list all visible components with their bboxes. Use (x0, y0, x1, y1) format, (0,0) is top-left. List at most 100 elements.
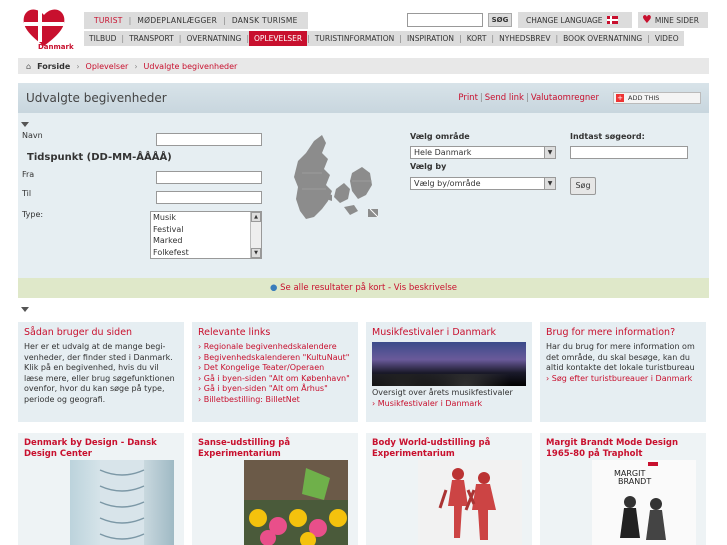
soegeord-input[interactable] (570, 146, 688, 159)
breadcrumb-home[interactable]: Forside (37, 62, 70, 71)
relevant-link[interactable]: Billetbestilling: BilletNet (198, 395, 352, 406)
event-image[interactable] (418, 460, 522, 545)
relevant-link[interactable]: Regionale begivenhedskalendere (198, 342, 352, 353)
collapse-arrow-icon[interactable] (21, 122, 29, 127)
breadcrumb-current: Udvalgte begivenheder (143, 61, 238, 71)
info-how-to-use: Sådan bruger du siden Her er et udvalg a… (18, 322, 184, 422)
scroll-up-icon[interactable]: ▲ (251, 212, 261, 222)
event-image[interactable] (244, 460, 348, 545)
info-relevant-links: Relevante links Regionale begivenhedskal… (192, 322, 358, 422)
event-image[interactable]: MARGIT BRANDT (592, 460, 696, 545)
breadcrumb: ⌂ Forside › Oplevelser › Udvalgte begive… (18, 58, 709, 74)
site-search-input[interactable] (407, 13, 483, 27)
search-submit-button[interactable]: Søg (570, 177, 596, 195)
topnav-dansk-turisme[interactable]: DANSK TURISME (226, 16, 304, 25)
addthis-button[interactable]: ADD THIS (613, 92, 701, 104)
collapse-arrow-icon[interactable] (21, 307, 29, 312)
nav-oplevelser[interactable]: OPLEVELSER (249, 31, 308, 46)
relevant-link[interactable]: Begivenhedskalenderen "KultuNaut" (198, 353, 352, 364)
navn-input[interactable] (156, 133, 262, 146)
mine-sider-button[interactable]: ♥ MINE SIDER (638, 12, 708, 28)
info-music-festivals: Musikfestivaler i Danmark Oversigt over … (366, 322, 532, 422)
type-listbox[interactable]: Musik Festival Marked Folkefest ▲ ▼ (150, 211, 262, 259)
by-label: Vælg by (410, 162, 447, 171)
tidspunkt-label: Tidspunkt (DD-MM-ÅÅÅÅ) (27, 152, 172, 163)
currency-converter-link[interactable]: Valutaomregner (531, 93, 599, 103)
info-heading: Brug for mere information? (546, 327, 676, 338)
omraade-select[interactable]: Hele Danmark ▼ (410, 146, 556, 159)
heart-icon: ♥ (642, 13, 652, 26)
info-text: Har du brug for mere information om det … (546, 342, 695, 372)
poster-word: BRANDT (618, 477, 651, 486)
event-card[interactable]: Denmark by Design - Dansk Design Center (18, 433, 184, 545)
nav-transport[interactable]: TRANSPORT (124, 31, 179, 46)
type-label: Type: (22, 210, 44, 219)
main-navigation: TILBUD | TRANSPORT | OVERNATNING | OPLEVELS… (84, 31, 684, 46)
info-heading: Sådan bruger du siden (24, 327, 133, 338)
info-heading: Relevante links (198, 327, 271, 338)
denmark-map[interactable] (292, 133, 382, 225)
relevant-link[interactable]: Det Kongelige Teater/Operaen (198, 363, 352, 374)
info-text: Her er et udvalg at de mange begi-venhed… (24, 342, 175, 404)
type-option[interactable]: Festival (151, 224, 261, 236)
event-title[interactable]: Denmark by Design - Dansk Design Center (24, 438, 178, 459)
info-more-information: Brug for mere information? Har du brug f… (540, 322, 706, 422)
event-image[interactable] (70, 460, 174, 545)
info-text: Oversigt over årets musikfestivaler (372, 388, 513, 397)
scroll-down-icon[interactable]: ▼ (251, 248, 261, 258)
nav-turistinformation[interactable]: TURISTINFORMATION (310, 31, 399, 46)
type-option[interactable]: Marked (151, 235, 261, 247)
home-icon: ⌂ (26, 61, 32, 71)
change-language-button[interactable]: CHANGE LANGUAGE (518, 12, 632, 28)
event-title[interactable]: Sanse-udstilling på Experimentarium (198, 438, 352, 459)
soegeord-label: Indtast søgeord: (570, 132, 645, 141)
fra-input[interactable] (156, 171, 262, 184)
nav-book-overnatning[interactable]: BOOK OVERNATNING (558, 31, 647, 46)
chevron-down-icon: ▼ (544, 147, 555, 158)
event-title[interactable]: Body World-udstilling på Experimentarium (372, 438, 526, 459)
navn-label: Navn (22, 131, 43, 140)
change-language-label: CHANGE LANGUAGE (526, 15, 603, 25)
til-input[interactable] (156, 191, 262, 204)
breadcrumb-oplevelser[interactable]: Oplevelser (86, 62, 129, 71)
logo-text: Danmark (38, 43, 74, 51)
omraade-value: Hele Danmark (414, 148, 472, 157)
omraade-label: Vælg område (410, 132, 470, 141)
panel-tools: Print | Send link | Valutaomregner (458, 93, 599, 103)
map-results-bar[interactable]: ● Se alle resultater på kort - Vis beskr… (18, 278, 709, 298)
relevant-link[interactable]: Gå i byen-siden "Alt om Århus" (198, 384, 352, 395)
fra-label: Fra (22, 170, 35, 179)
nav-tilbud[interactable]: TILBUD (84, 31, 121, 46)
event-card[interactable]: Sanse-udstilling på Experimentarium (192, 433, 358, 545)
send-link[interactable]: Send link (485, 93, 524, 103)
panel-header: Udvalgte begivenheder Print | Send link | Va… (18, 83, 709, 113)
nav-inspiration[interactable]: INSPIRATION (402, 31, 459, 46)
danish-flag-icon (606, 16, 618, 24)
chevron-down-icon: ▼ (544, 178, 555, 189)
listbox-scrollbar[interactable]: ▲ ▼ (250, 212, 261, 258)
relevant-link[interactable]: Gå i byen-siden "Alt om København" (198, 374, 352, 385)
nav-nyhedsbrev[interactable]: NYHEDSBREV (494, 31, 555, 46)
festival-link[interactable]: Musikfestivaler i Danmark (372, 399, 526, 410)
print-link[interactable]: Print (458, 93, 478, 103)
event-title[interactable]: Margit Brandt Mode Design 1965-80 på Tra… (546, 438, 700, 459)
site-search-button[interactable]: SØG (488, 13, 512, 27)
globe-icon: ● (270, 283, 278, 293)
nav-overnatning[interactable]: OVERNATNING (181, 31, 246, 46)
by-select[interactable]: Vælg by/område ▼ (410, 177, 556, 190)
info-heading: Musikfestivaler i Danmark (372, 327, 496, 338)
topnav-turist[interactable]: TURIST (88, 16, 129, 25)
event-card[interactable]: Body World-udstilling på Experimentarium (366, 433, 532, 545)
til-label: Til (22, 189, 32, 198)
nav-kort[interactable]: KORT (462, 31, 492, 46)
map-results-link[interactable]: Se alle resultater på kort - Vis beskriv… (280, 283, 457, 293)
type-option[interactable]: Musik (151, 212, 261, 224)
nav-video[interactable]: VIDEO (650, 31, 684, 46)
topnav-moedeplanlaegger[interactable]: MØDEPLANLÆGGER (131, 16, 223, 25)
concert-image[interactable] (372, 342, 526, 386)
event-card[interactable]: Margit Brandt Mode Design 1965-80 på Tra… (540, 433, 706, 545)
page-title: Udvalgte begivenheder (26, 91, 167, 105)
mine-sider-label: MINE SIDER (654, 15, 699, 25)
type-option[interactable]: Folkefest (151, 247, 261, 259)
tourist-bureau-link[interactable]: Søg efter turistbureauer i Danmark (546, 374, 700, 385)
